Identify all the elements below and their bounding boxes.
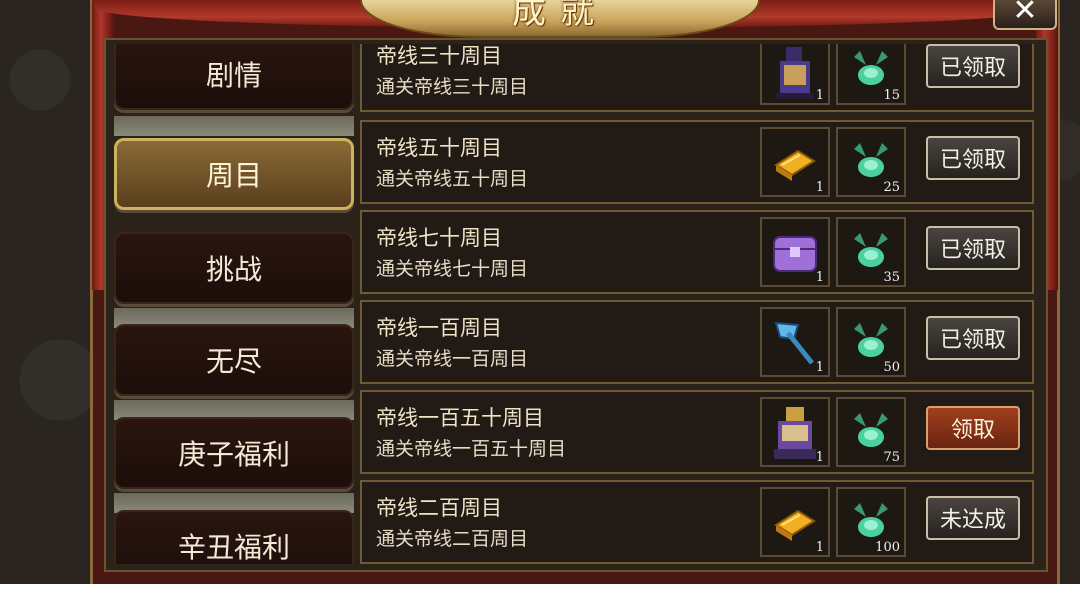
tab-divider xyxy=(114,116,354,136)
reward-quantity: 1 xyxy=(815,540,824,555)
achievement-name: 帝线一百五十周目 xyxy=(376,406,544,430)
achievement-row: 帝线一百周目 通关帝线一百周目 1 50 已领取 xyxy=(360,300,1034,384)
achievement-name: 帝线一百周目 xyxy=(376,316,502,340)
reward-quantity: 35 xyxy=(883,270,900,285)
reward-quantity: 1 xyxy=(815,88,824,103)
claim-button[interactable]: 领取 xyxy=(926,406,1020,450)
reward-slot[interactable]: 25 xyxy=(836,127,906,197)
tab-gengzi-welfare[interactable]: 庚子福利 xyxy=(114,417,354,489)
achievement-desc: 通关帝线五十周目 xyxy=(376,168,529,190)
purple-chest-icon xyxy=(773,236,817,272)
tab-label: 无尽 xyxy=(205,345,262,378)
tab-label: 辛丑福利 xyxy=(177,531,290,564)
tab-challenge[interactable]: 挑战 xyxy=(114,232,354,304)
reward-slot[interactable]: 15 xyxy=(836,44,906,105)
achievement-name: 帝线五十周目 xyxy=(376,136,502,160)
close-icon: ✕ xyxy=(1012,0,1038,28)
achievement-desc: 通关帝线一百五十周目 xyxy=(376,438,567,460)
achievement-name: 帝线七十周目 xyxy=(376,226,502,250)
reward-slot[interactable]: 1 xyxy=(760,127,830,197)
category-tabs: 剧情 周目 挑战 无尽 庚子福利 辛丑福利 xyxy=(112,44,357,564)
achievement-name: 帝线三十周目 xyxy=(376,44,502,68)
reward-quantity: 15 xyxy=(883,88,900,103)
reward-slot[interactable]: 1 xyxy=(760,217,830,287)
gold-book-icon xyxy=(774,509,816,541)
achievement-desc: 通关帝线七十周目 xyxy=(376,258,529,280)
achievement-desc: 通关帝线三十周目 xyxy=(376,76,529,98)
reward-quantity: 25 xyxy=(883,180,900,195)
reward-quantity: 1 xyxy=(815,450,824,465)
bottom-bar xyxy=(0,584,1080,606)
achievement-row: 帝线二百周目 通关帝线二百周目 1 100 未达成 xyxy=(360,480,1034,564)
reward-slot[interactable]: 1 xyxy=(760,44,830,105)
reward-slot[interactable]: 75 xyxy=(836,397,906,467)
reward-quantity: 1 xyxy=(815,270,824,285)
claimed-button[interactable]: 已领取 xyxy=(926,316,1020,360)
reward-slot[interactable]: 1 xyxy=(760,397,830,467)
tab-label: 庚子福利 xyxy=(177,438,290,471)
armored-general-icon xyxy=(774,407,816,459)
tab-rounds[interactable]: 周目 xyxy=(114,138,354,210)
claimed-button[interactable]: 已领取 xyxy=(926,226,1020,270)
achievement-name: 帝线二百周目 xyxy=(376,496,502,520)
reward-slot[interactable]: 50 xyxy=(836,307,906,377)
tab-story[interactable]: 剧情 xyxy=(114,44,354,110)
achievement-desc: 通关帝线一百周目 xyxy=(376,348,529,370)
achievement-row: 帝线一百五十周目 通关帝线一百五十周目 1 75 领取 xyxy=(360,390,1034,474)
reward-slot[interactable]: 1 xyxy=(760,487,830,557)
reward-slot[interactable]: 100 xyxy=(836,487,906,557)
tab-label: 周目 xyxy=(205,159,262,192)
reward-slot[interactable]: 1 xyxy=(760,307,830,377)
achievement-row: 帝线五十周目 通关帝线五十周目 1 25 已领取 xyxy=(360,120,1034,204)
achievement-desc: 通关帝线二百周目 xyxy=(376,528,529,550)
general-figure-icon xyxy=(776,47,814,99)
reward-quantity: 50 xyxy=(883,360,900,375)
reward-quantity: 1 xyxy=(815,180,824,195)
game-background: 成就 ✕ 剧情 周目 挑战 无尽 庚子福利 辛丑福利 帝线三十周目 通关帝线三十… xyxy=(0,0,1080,584)
blue-axe-icon xyxy=(774,321,814,365)
tab-label: 剧情 xyxy=(205,59,262,92)
reward-quantity: 100 xyxy=(875,540,900,555)
achievement-row: 帝线七十周目 通关帝线七十周目 1 35 已领取 xyxy=(360,210,1034,294)
tab-xinchou-welfare[interactable]: 辛丑福利 xyxy=(114,510,354,564)
achievement-row: 帝线三十周目 通关帝线三十周目 1 15 已领取 xyxy=(360,44,1034,112)
close-button[interactable]: ✕ xyxy=(993,0,1057,30)
achievement-list[interactable]: 帝线三十周目 通关帝线三十周目 1 15 已领取 帝线五十周目 通关帝线五十周目… xyxy=(360,44,1036,564)
claimed-button[interactable]: 已领取 xyxy=(926,136,1020,180)
tab-endless[interactable]: 无尽 xyxy=(114,324,354,396)
panel-title: 成就 xyxy=(512,0,608,32)
claimed-button[interactable]: 已领取 xyxy=(926,44,1020,88)
reward-quantity: 1 xyxy=(815,360,824,375)
title-plate: 成就 xyxy=(360,0,760,38)
tab-label: 挑战 xyxy=(205,253,262,286)
not-reached-button[interactable]: 未达成 xyxy=(926,496,1020,540)
reward-slot[interactable]: 35 xyxy=(836,217,906,287)
reward-quantity: 75 xyxy=(883,450,900,465)
gold-book-icon xyxy=(774,149,816,181)
